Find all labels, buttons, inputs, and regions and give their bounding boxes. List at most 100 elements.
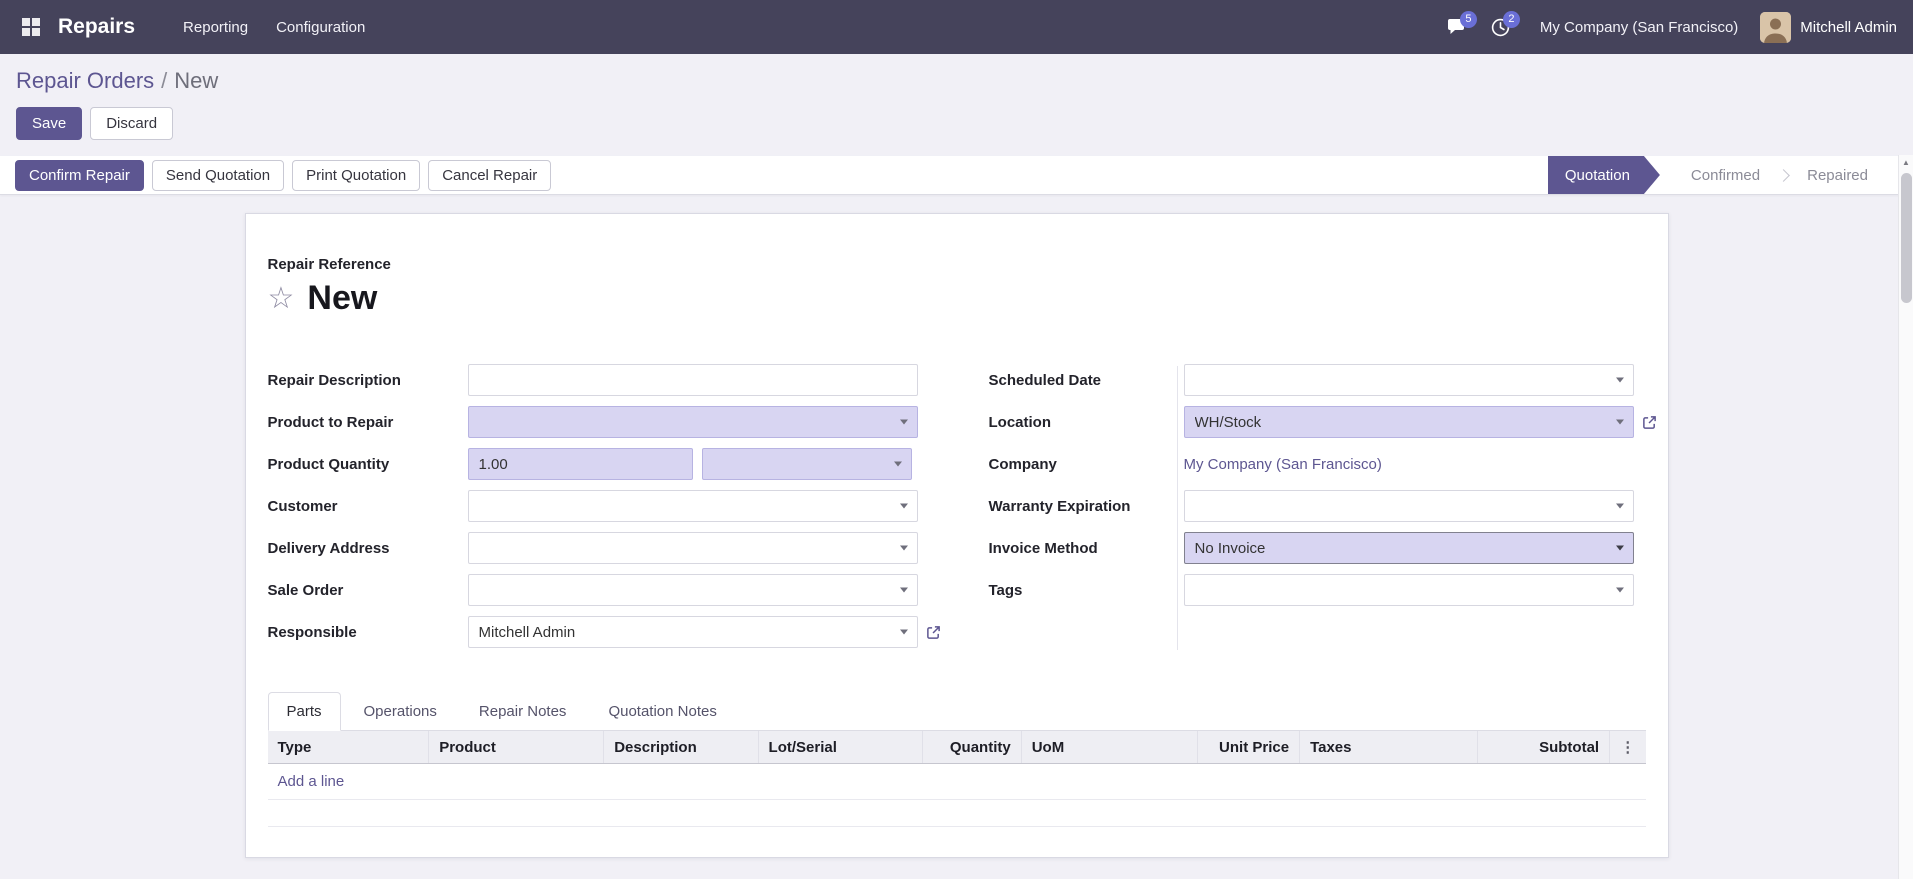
invoice-method-select[interactable]: No Invoice [1183, 532, 1634, 564]
group-divider [1176, 366, 1178, 650]
activities-badge: 2 [1502, 10, 1520, 28]
form-fields: Repair Description Product to Repair Pro… [268, 364, 1656, 658]
app-name[interactable]: Repairs [58, 15, 135, 39]
chevron-down-icon [899, 545, 908, 551]
company-switcher[interactable]: My Company (San Francisco) [1540, 19, 1738, 36]
repair-reference-label: Repair Reference [267, 256, 391, 273]
delivery-address-field[interactable] [467, 532, 918, 564]
invoice-method-label: Invoice Method [988, 539, 1098, 557]
add-a-line-link[interactable]: Add a line [278, 773, 345, 790]
repair-reference-value: New [307, 279, 378, 317]
confirm-repair-button[interactable]: Confirm Repair [15, 159, 144, 191]
product-uom-field[interactable] [701, 448, 912, 480]
chevron-down-icon [893, 461, 902, 467]
parts-table-header: Type Product Description Lot/Serial Quan… [267, 731, 1646, 764]
column-description[interactable]: Description [603, 731, 759, 764]
column-uom[interactable]: UoM [1021, 731, 1199, 764]
cancel-repair-button[interactable]: Cancel Repair [428, 159, 552, 191]
chevron-down-icon [899, 503, 908, 509]
chevron-down-icon [1615, 503, 1624, 509]
chevron-down-icon [1615, 587, 1624, 593]
menu-configuration[interactable]: Configuration [262, 11, 379, 44]
tab-parts[interactable]: Parts [267, 692, 341, 731]
responsible-value: Mitchell Admin [478, 623, 576, 641]
repair-description-label: Repair Description [267, 371, 401, 389]
product-quantity-input[interactable] [467, 448, 693, 480]
statusbar: Confirm Repair Send Quotation Print Quot… [0, 156, 1913, 195]
scheduled-date-label: Scheduled Date [988, 371, 1102, 389]
warranty-expiration-field[interactable] [1183, 490, 1634, 522]
save-button[interactable]: Save [16, 107, 83, 140]
header-action-buttons: Save Discard [16, 107, 1897, 140]
status-step-quotation[interactable]: Quotation [1548, 156, 1660, 194]
location-label: Location [988, 413, 1052, 431]
form-group-right: Scheduled Date Location WH/Stock Company… [989, 364, 1657, 658]
sale-order-label: Sale Order [267, 581, 344, 599]
chevron-down-icon [899, 419, 908, 425]
messages-badge: 5 [1459, 11, 1477, 28]
location-value: WH/Stock [1194, 413, 1262, 431]
empty-table-row [267, 799, 1646, 827]
column-product[interactable]: Product [428, 731, 605, 764]
tab-quotation-notes[interactable]: Quotation Notes [589, 692, 735, 731]
form-sheet: Repair Reference ☆ New Repair Descriptio… [244, 213, 1669, 858]
column-lot-serial[interactable]: Lot/Serial [758, 731, 923, 764]
favorite-star-icon[interactable]: ☆ [268, 283, 295, 314]
status-steps: Quotation Confirmed Repaired [1548, 156, 1913, 194]
scrollbar-thumb[interactable] [1901, 173, 1912, 303]
chevron-down-icon [899, 587, 908, 593]
discard-button[interactable]: Discard [90, 107, 174, 140]
menu-reporting[interactable]: Reporting [169, 11, 262, 44]
chevron-down-icon [899, 629, 908, 635]
tab-operations[interactable]: Operations [345, 692, 456, 731]
external-link-icon[interactable] [926, 625, 941, 640]
breadcrumb-current: New [174, 68, 219, 93]
chevron-down-icon [1615, 419, 1624, 425]
activities-button[interactable]: 2 [1479, 10, 1522, 45]
tab-repair-notes[interactable]: Repair Notes [460, 692, 586, 731]
invoice-method-value: No Invoice [1194, 539, 1266, 557]
chevron-down-icon [1615, 545, 1624, 551]
statusbar-buttons: Confirm Repair Send Quotation Print Quot… [15, 159, 552, 191]
column-quantity[interactable]: Quantity [922, 731, 1022, 764]
user-name: Mitchell Admin [1800, 18, 1897, 36]
column-taxes[interactable]: Taxes [1299, 731, 1478, 764]
column-type[interactable]: Type [267, 731, 430, 764]
warranty-expiration-label: Warranty Expiration [988, 497, 1131, 515]
control-panel: Repair Orders / New Save Discard [0, 54, 1913, 156]
user-menu[interactable]: Mitchell Admin [1760, 11, 1897, 43]
messages-button[interactable]: 5 [1435, 10, 1479, 44]
apps-menu-button[interactable] [16, 12, 46, 42]
scroll-up-arrow-icon[interactable]: ▲ [1899, 155, 1913, 171]
chevron-right-icon [1777, 168, 1790, 182]
send-quotation-button[interactable]: Send Quotation [151, 159, 285, 191]
status-step-repaired[interactable]: Repaired [1790, 156, 1885, 194]
form-group-left: Repair Description Product to Repair Pro… [268, 364, 941, 658]
scheduled-date-field[interactable] [1183, 364, 1634, 396]
repair-description-input[interactable] [467, 364, 918, 396]
add-line-row: Add a line [267, 763, 1646, 800]
scrollbar[interactable]: ▲ [1898, 155, 1913, 879]
external-link-icon[interactable] [1642, 415, 1657, 430]
print-quotation-button[interactable]: Print Quotation [292, 159, 421, 191]
company-label: Company [988, 455, 1057, 473]
breadcrumb: Repair Orders / New [16, 68, 1897, 96]
tags-field[interactable] [1183, 574, 1634, 606]
breadcrumb-parent[interactable]: Repair Orders [16, 68, 154, 94]
product-quantity-label: Product Quantity [267, 455, 390, 473]
apps-grid-icon [22, 18, 40, 36]
column-options-icon[interactable]: ⋮ [1620, 739, 1635, 756]
status-step-confirmed[interactable]: Confirmed [1674, 156, 1777, 194]
tags-label: Tags [988, 581, 1023, 599]
location-field[interactable]: WH/Stock [1183, 406, 1634, 438]
product-to-repair-field[interactable] [467, 406, 918, 438]
column-unit-price[interactable]: Unit Price [1197, 731, 1301, 764]
company-value[interactable]: My Company (San Francisco) [1184, 456, 1382, 473]
column-subtotal[interactable]: Subtotal [1477, 731, 1611, 764]
customer-field[interactable] [467, 490, 918, 522]
sale-order-field[interactable] [467, 574, 918, 606]
responsible-field[interactable]: Mitchell Admin [467, 616, 918, 648]
top-navbar: Repairs Reporting Configuration 5 2 My C… [0, 0, 1913, 54]
responsible-label: Responsible [267, 623, 357, 641]
content-area: Repair Reference ☆ New Repair Descriptio… [0, 213, 1913, 858]
